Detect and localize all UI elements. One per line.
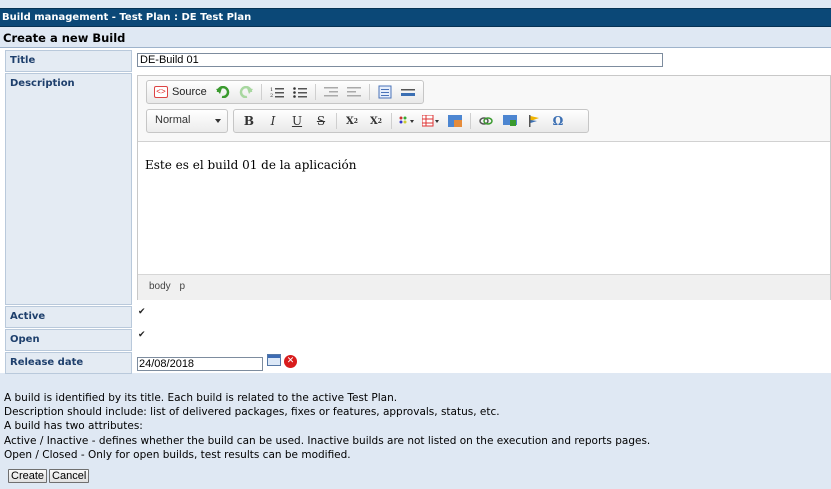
horizontal-rule-icon[interactable] [398, 82, 420, 102]
chevron-down-icon [215, 119, 221, 123]
toolbar-group-1: <> Source 12 [146, 80, 424, 104]
cancel-button[interactable]: Cancel [49, 469, 90, 483]
title-input[interactable]: DE-Build 01 [137, 53, 663, 67]
superscript-icon[interactable]: X2 [365, 111, 387, 131]
italic-icon[interactable]: I [262, 111, 284, 131]
description-editor: <> Source 12 Normal B I U S X 2 X 2 Ω Es… [137, 75, 831, 300]
editor-toolbar: <> Source 12 Normal B I U S X 2 X 2 Ω [138, 76, 830, 142]
table-icon[interactable] [374, 82, 396, 102]
indent-icon[interactable] [343, 82, 365, 102]
outdent-icon[interactable] [320, 82, 342, 102]
underline-icon[interactable]: U [286, 111, 308, 131]
format-value: Normal [155, 114, 191, 126]
active-checkbox[interactable]: ✔ [138, 308, 147, 317]
description-label: Description [5, 73, 132, 305]
toolbar-group-2: B I U S X2 X2 Ω [233, 109, 589, 133]
source-button[interactable]: <> Source [151, 82, 210, 102]
subscript-icon[interactable]: X2 [341, 111, 363, 131]
bold-icon[interactable]: B [238, 111, 260, 131]
editor-content[interactable]: Este es el build 01 de la aplicación [138, 142, 830, 274]
open-label: Open [5, 329, 132, 351]
open-checkbox[interactable]: ✔ [138, 331, 147, 340]
help-line: A build is identified by its title. Each… [4, 392, 398, 404]
svg-text:2: 2 [270, 93, 273, 98]
toolbar-separator [391, 113, 392, 129]
path-item-p[interactable]: p [179, 281, 185, 292]
text-color-icon[interactable] [396, 111, 418, 131]
section-title: Create a new Build [0, 30, 831, 46]
strikethrough-icon[interactable]: S [310, 111, 332, 131]
format-combo[interactable]: Normal [147, 110, 227, 132]
path-item-body[interactable]: body [149, 281, 171, 292]
image-icon[interactable] [444, 111, 466, 131]
flag-icon[interactable] [523, 111, 545, 131]
redo-icon[interactable] [235, 82, 257, 102]
help-line: A build has two attributes: [4, 420, 143, 433]
window-title-bar: Build management - Test Plan : DE Test P… [0, 8, 831, 27]
special-char-icon[interactable]: Ω [547, 111, 569, 131]
clear-date-icon[interactable]: ✕ [284, 355, 297, 368]
format-combo-group: Normal [146, 109, 228, 133]
undo-icon[interactable] [212, 82, 234, 102]
toolbar-separator [314, 84, 316, 100]
insert-image-icon[interactable] [499, 111, 521, 131]
release-date-label: Release date [5, 352, 132, 374]
source-label: Source [171, 86, 207, 98]
release-date-input[interactable]: 24/08/2018 [137, 357, 263, 371]
help-line: Open / Closed - Only for open builds, te… [4, 448, 351, 461]
create-button[interactable]: Create [8, 469, 48, 483]
table-insert-icon[interactable] [420, 111, 442, 131]
editor-path-bar: body p [138, 274, 830, 300]
title-label: Title [5, 50, 132, 72]
toolbar-separator [336, 113, 337, 129]
help-text: A build is identified by its title. Each… [4, 391, 831, 462]
build-form: Title Description Active Open Release da… [0, 47, 831, 374]
toolbar-separator [260, 84, 262, 100]
help-line: Description should include: list of deli… [4, 406, 500, 419]
numbered-list-icon[interactable]: 12 [266, 82, 288, 102]
help-line: Active / Inactive - defines whether the … [4, 434, 651, 447]
link-icon[interactable] [475, 111, 497, 131]
toolbar-separator [470, 113, 471, 129]
form-buttons: Create Cancel [8, 469, 90, 483]
active-label: Active [5, 306, 132, 328]
calendar-icon[interactable] [267, 354, 281, 366]
window-title: Build management - Test Plan : DE Test P… [2, 12, 252, 23]
toolbar-separator [369, 84, 370, 100]
description-text: Este es el build 01 de la aplicación [145, 158, 357, 172]
source-icon: <> [153, 86, 168, 98]
bulleted-list-icon[interactable] [289, 82, 311, 102]
